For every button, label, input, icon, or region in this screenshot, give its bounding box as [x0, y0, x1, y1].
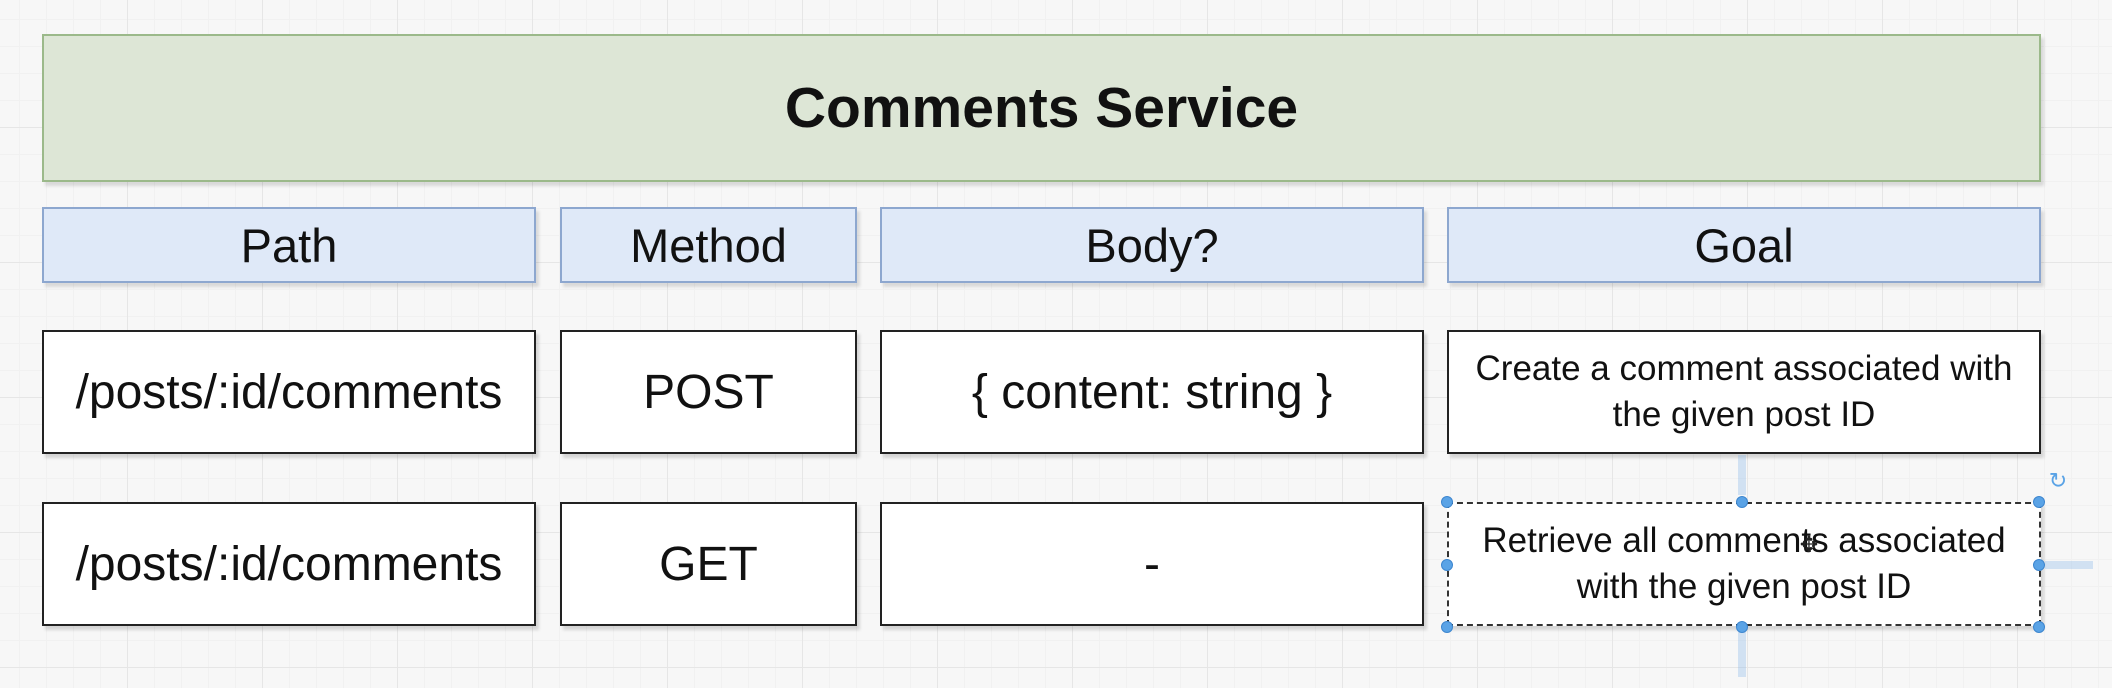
connect-arrow-down[interactable] [1738, 632, 1746, 677]
header-body[interactable]: Body? [880, 207, 1424, 283]
row1-method-cell[interactable]: POST [560, 330, 857, 454]
header-path[interactable]: Path [42, 207, 536, 283]
header-method[interactable]: Method [560, 207, 857, 283]
row1-body-cell[interactable]: { content: string } [880, 330, 1424, 454]
row1-path-cell[interactable]: /posts/:id/comments [42, 330, 536, 454]
row2-body-cell[interactable]: - [880, 502, 1424, 626]
resize-handle-right[interactable] [2033, 559, 2045, 571]
resize-handle-top[interactable] [1736, 496, 1748, 508]
resize-handle-top-left[interactable] [1441, 496, 1453, 508]
rotate-icon[interactable]: ↻ [2047, 470, 2069, 492]
move-cursor-icon: ✥ [1799, 532, 1819, 557]
row2-path-cell[interactable]: /posts/:id/comments [42, 502, 536, 626]
connect-arrow-right[interactable] [2045, 561, 2093, 569]
resize-handle-bottom-left[interactable] [1441, 621, 1453, 633]
resize-handle-left[interactable] [1441, 559, 1453, 571]
row2-goal-cell-selected[interactable]: Retrieve all comments associated with th… [1447, 502, 2041, 626]
row1-goal-cell[interactable]: Create a comment associated with the giv… [1447, 330, 2041, 454]
connect-arrow-up[interactable] [1738, 455, 1746, 495]
diagram-title[interactable]: Comments Service [42, 34, 2041, 182]
resize-handle-top-right[interactable] [2033, 496, 2045, 508]
resize-handle-bottom[interactable] [1736, 621, 1748, 633]
row2-method-cell[interactable]: GET [560, 502, 857, 626]
header-goal[interactable]: Goal [1447, 207, 2041, 283]
resize-handle-bottom-right[interactable] [2033, 621, 2045, 633]
